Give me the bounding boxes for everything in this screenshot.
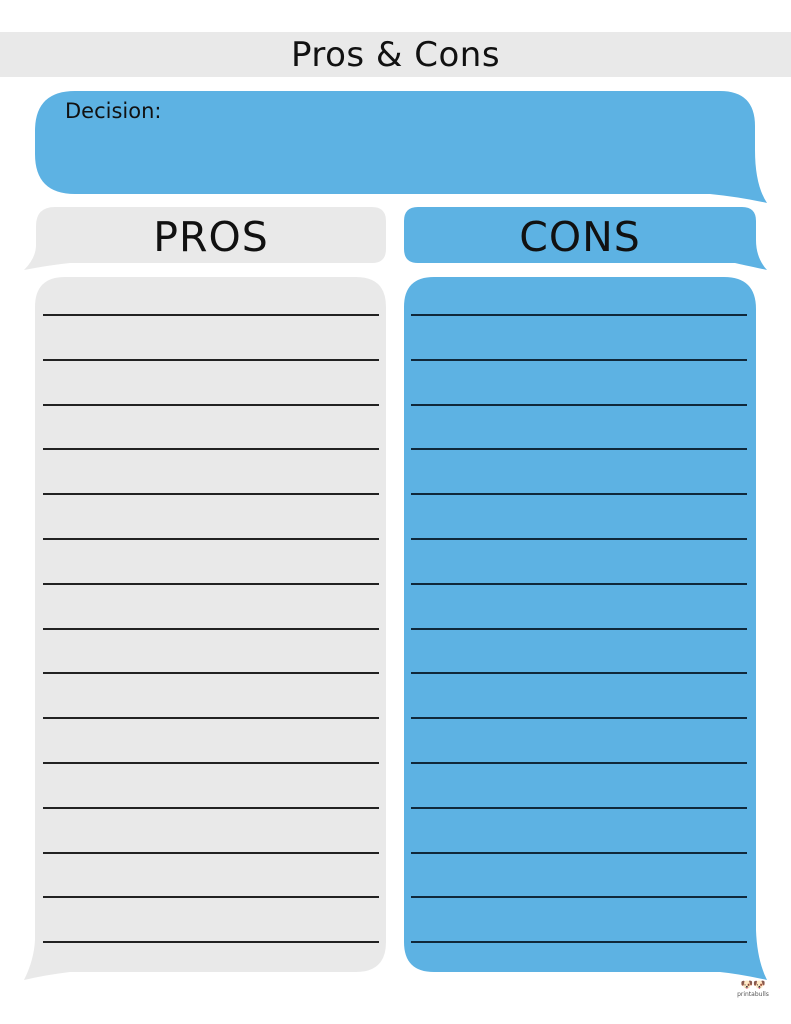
pros-entry-line[interactable]: [43, 762, 379, 764]
pros-entry-line[interactable]: [43, 314, 379, 316]
pros-entry-line[interactable]: [43, 851, 379, 854]
pros-entry-line[interactable]: [43, 448, 379, 451]
cons-entry-line[interactable]: [411, 896, 747, 899]
cons-entry-line[interactable]: [411, 941, 747, 944]
pros-entry-line[interactable]: [43, 358, 379, 361]
cons-entry-line[interactable]: [411, 314, 747, 316]
cons-entry-line[interactable]: [411, 493, 747, 496]
pros-entry-line[interactable]: [43, 403, 379, 406]
pros-entry-line[interactable]: [43, 896, 379, 899]
cons-entry-line[interactable]: [411, 627, 747, 630]
cons-entry-line[interactable]: [411, 851, 747, 854]
logo-text: printabulls: [737, 991, 769, 998]
dogs-icon: 🐶🐶: [740, 980, 766, 991]
pros-entry-line[interactable]: [43, 582, 379, 585]
cons-entry-line[interactable]: [411, 672, 747, 675]
pros-entry-line[interactable]: [43, 493, 379, 496]
cons-entry-line[interactable]: [411, 806, 747, 809]
cons-heading: CONS: [519, 213, 641, 261]
pros-entry-line[interactable]: [43, 941, 379, 944]
cons-entry-line[interactable]: [411, 538, 747, 540]
cons-entry-line[interactable]: [411, 582, 747, 585]
cons-entry-line[interactable]: [411, 403, 747, 406]
speech-bubble-shapes: [24, 91, 767, 980]
cons-entry-line[interactable]: [411, 762, 747, 764]
pros-entry-line[interactable]: [43, 538, 379, 540]
pros-entry-line[interactable]: [43, 672, 379, 675]
pros-entry-line[interactable]: [43, 806, 379, 809]
cons-entry-line[interactable]: [411, 448, 747, 451]
printabulls-logo: 🐶🐶 printabulls: [733, 981, 773, 1003]
pros-entry-line[interactable]: [43, 627, 379, 630]
decision-label: Decision:: [65, 99, 162, 123]
pros-entry-line[interactable]: [43, 717, 379, 720]
pros-heading: PROS: [153, 213, 269, 261]
cons-entry-line[interactable]: [411, 717, 747, 720]
cons-entry-line[interactable]: [411, 358, 747, 361]
